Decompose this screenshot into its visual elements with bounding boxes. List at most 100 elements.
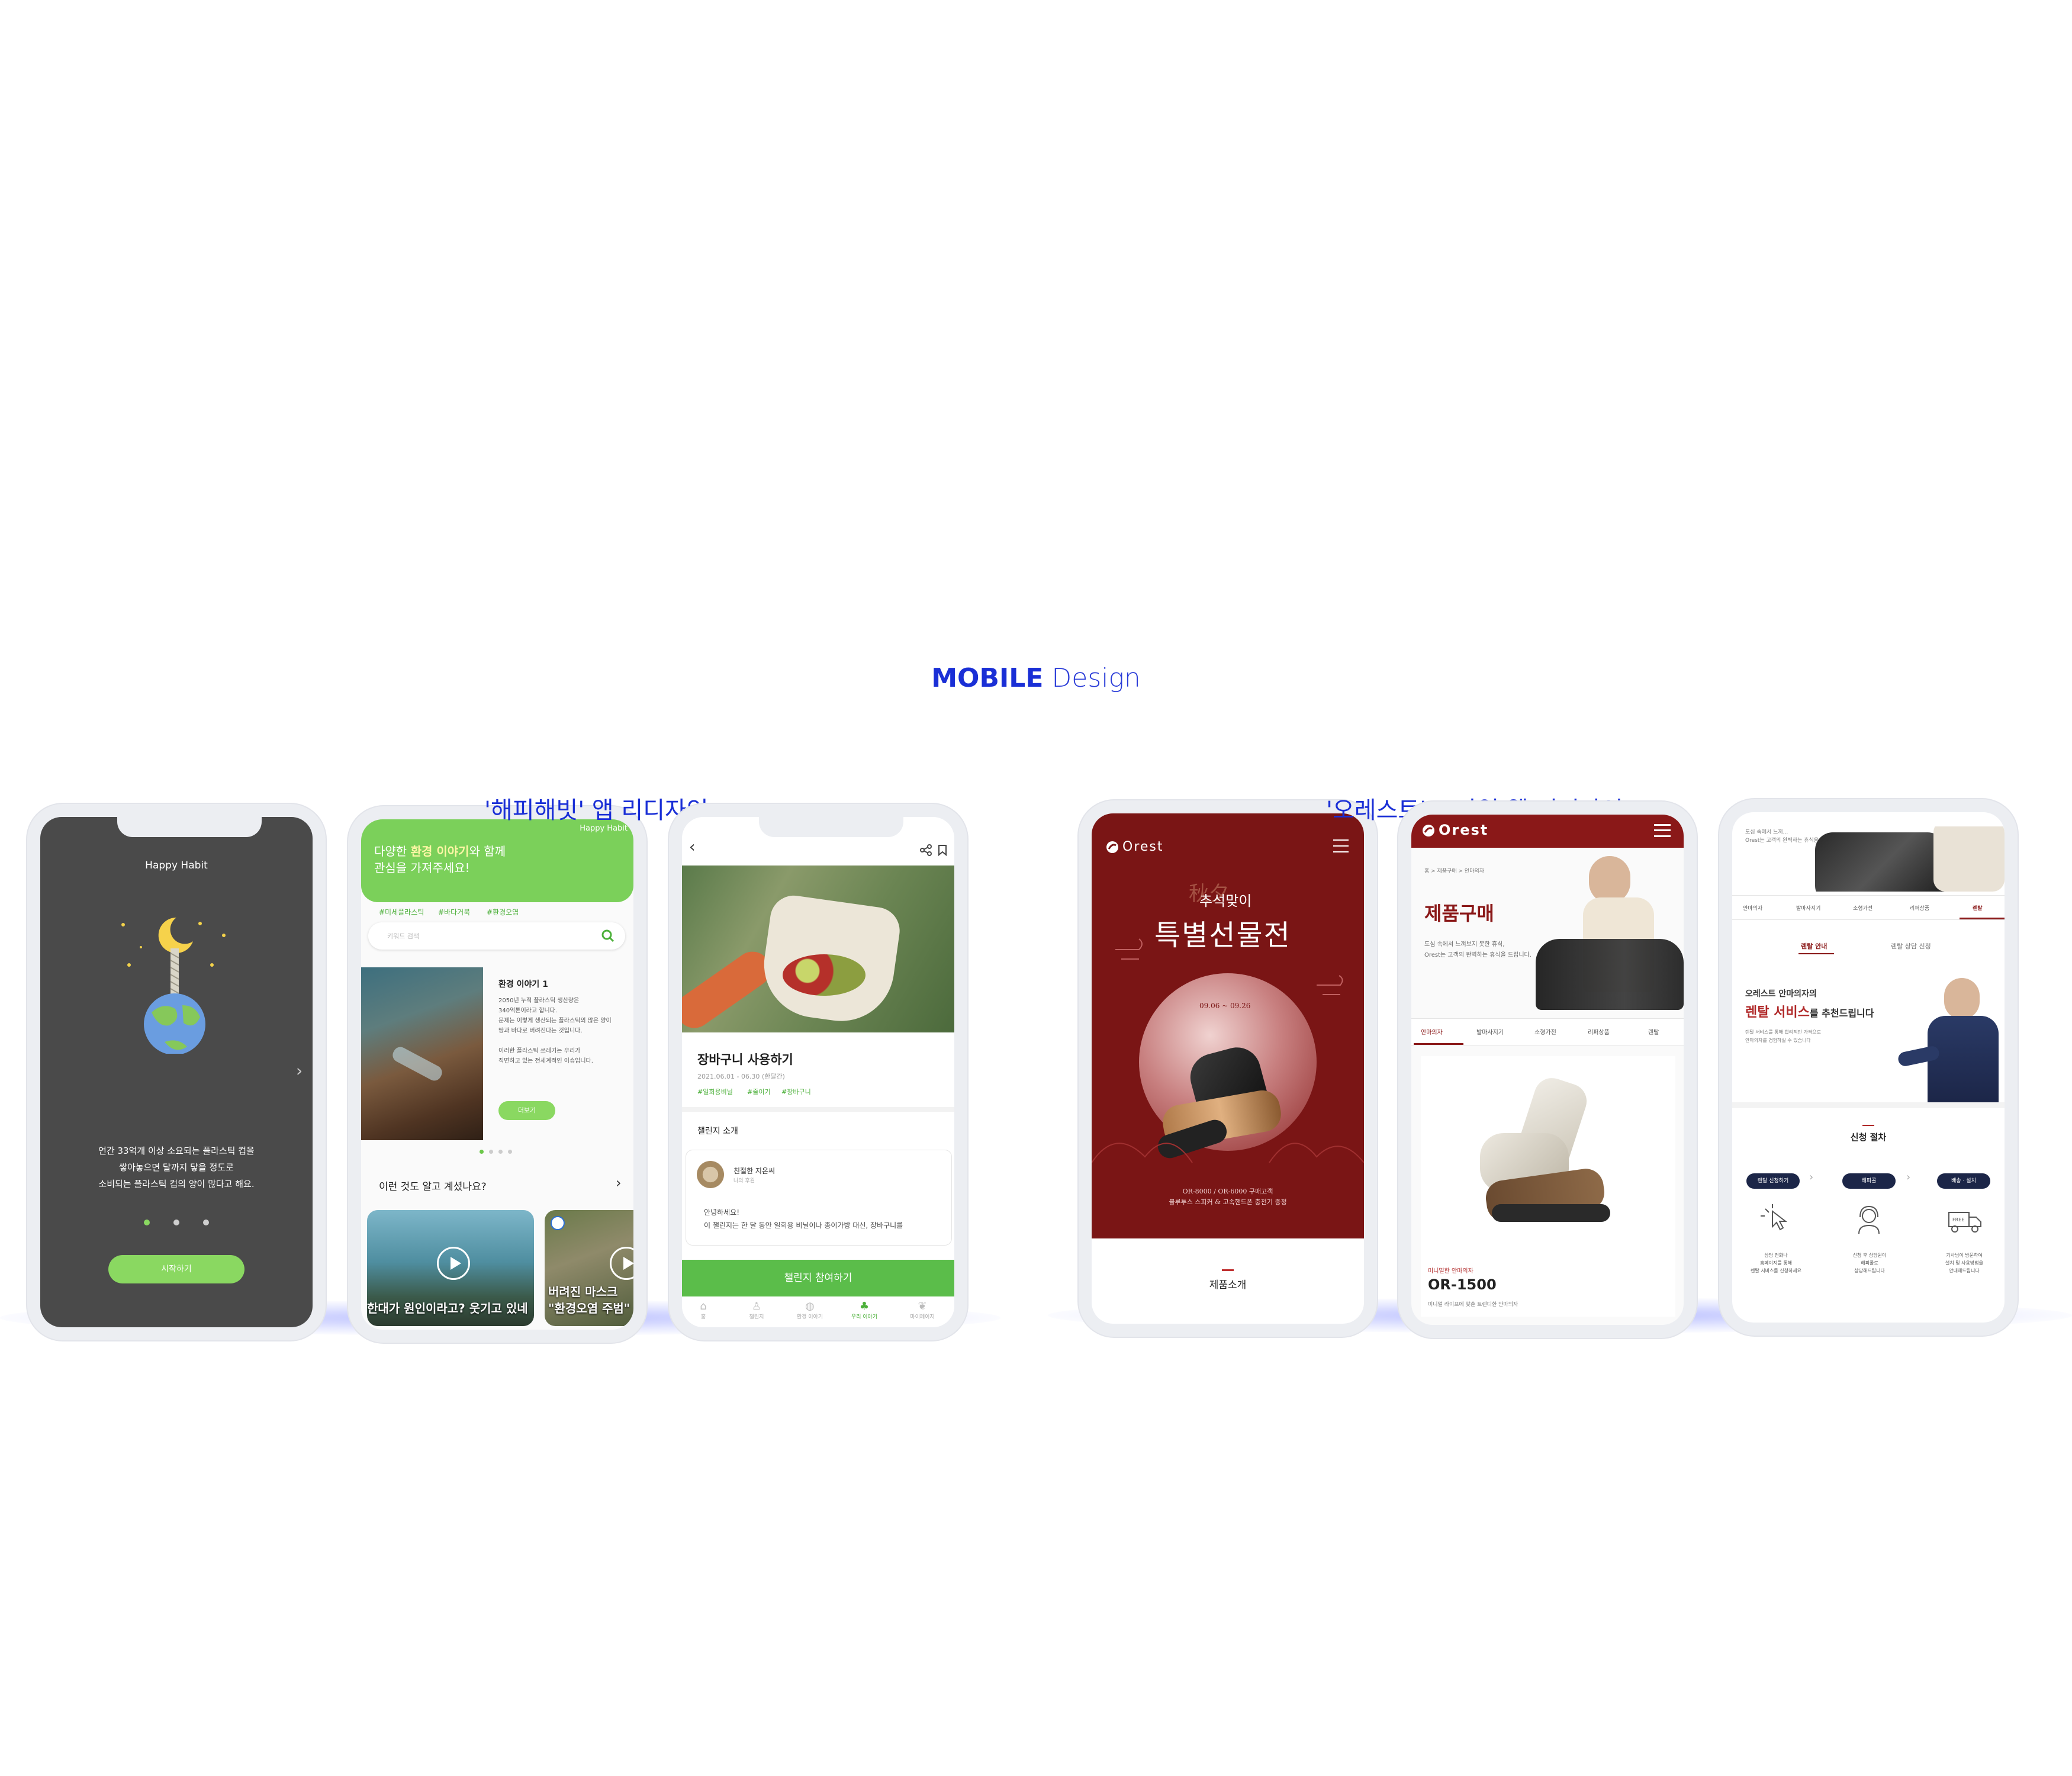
play-icon[interactable] (610, 1247, 633, 1280)
step-desc-line: 설치 및 사용방법을 (1945, 1260, 1983, 1266)
page-dot (173, 1220, 179, 1225)
page-dot (203, 1220, 209, 1225)
product-image (1468, 1073, 1622, 1234)
share-icon[interactable] (920, 844, 932, 856)
tab-community[interactable]: ♣ 우리 이야기 (847, 1300, 882, 1320)
hero-footer-line1: OR-8000 / OR-6000 구매고객 (1182, 1188, 1273, 1195)
category-tab[interactable]: 소형가전 (1853, 904, 1872, 912)
more-button[interactable]: 더보기 (498, 1101, 555, 1120)
category-tab[interactable]: 발마사지기 (1476, 1027, 1504, 1036)
header-line1: 다양한 환경 이야기와 함께 (374, 842, 506, 859)
product-name: OR-1500 (1428, 1276, 1497, 1293)
category-tab[interactable]: 렌탈 (1973, 904, 1983, 912)
phone-happy-habit-intro: Happy Habit › 연간 33억개 이상 소요되는 플라스틱 컵을 쌓아… (27, 804, 326, 1340)
tab-label: 환경 이야기 (796, 1314, 823, 1320)
heading-light: Design (1051, 663, 1141, 693)
tab-mypage[interactable]: ❦ 마이페이지 (905, 1300, 940, 1320)
cta-button[interactable]: 챌린지 참여하기 (682, 1260, 954, 1296)
section-label: 챌린지 소개 (697, 1127, 738, 1136)
dot-active (480, 1150, 484, 1154)
nav-indicator (1222, 1269, 1234, 1271)
tag-item[interactable]: #환경오염 (487, 907, 519, 917)
category-tab[interactable]: 안마의자 (1743, 904, 1762, 912)
product-tag: 미니멀한 안마의자 (1428, 1268, 1473, 1275)
tab-challenge[interactable]: ♙ 챌린지 (739, 1300, 774, 1320)
intro-line: 연간 33억개 이상 소요되는 플라스틱 컵을 (98, 1146, 255, 1156)
bookmark-icon[interactable] (938, 844, 947, 856)
category-tab[interactable]: 안마의자 (1421, 1027, 1443, 1036)
sub-title: 추석맞이 (1199, 893, 1252, 909)
author-name: 친절한 지온씨 (733, 1167, 776, 1175)
step-desc-line: 렌탈 서비스를 신청하세요 (1750, 1268, 1802, 1273)
section-chevron-icon[interactable]: › (616, 1175, 622, 1191)
step-desc: 신청 후 상담원이 해피콜로 상담해드립니다 (1834, 1251, 1905, 1275)
procedure-marker (1862, 1125, 1874, 1126)
dot (508, 1150, 512, 1154)
brand-logo[interactable]: Orest (1122, 839, 1164, 854)
promo-line2: 렌탈 서비스를 추천드립니다 (1745, 1002, 1874, 1021)
tab-label: 챌린지 (749, 1314, 764, 1320)
category-tab[interactable]: 렌탈 (1648, 1027, 1659, 1036)
nav-label[interactable]: 제품소개 (1092, 1276, 1364, 1291)
globe-icon: ◍ (805, 1300, 815, 1312)
page-desc: 도심 속에서 느껴보지 못한 휴식, (1424, 941, 1505, 948)
category-tabs: 안마의자 발마사지기 소형가전 리퍼상품 렌탈 (1732, 895, 2005, 920)
promo-suffix: 를 추천드립니다 (1809, 1008, 1874, 1019)
play-icon[interactable] (437, 1247, 470, 1280)
subtab-active[interactable]: 렌탈 안내 (1801, 941, 1827, 951)
challenge-tag[interactable]: #일회용비닐 (697, 1087, 733, 1096)
header-line2: 관심을 가져주세요! (374, 861, 470, 875)
bottom-tab-bar: ⌂ 홈 ♙ 챌린지 ◍ 환경 이야기 ♣ 우리 이야기 ❦ 마이페이지 (682, 1296, 954, 1327)
category-tab[interactable]: 발마사지기 (1796, 904, 1820, 912)
phone-screen: ‹ 장바구니 사용하기 2021.06.01 - 06.30 (한달간) #일회… (682, 817, 954, 1327)
tree-icon: ♣ (859, 1300, 870, 1312)
hamburger-menu-icon[interactable] (1654, 824, 1671, 837)
promo-highlight: 렌탈 서비스 (1745, 1005, 1810, 1020)
story-text-line: 340억톤이라고 합니다. (498, 1008, 558, 1014)
tab-stories[interactable]: ◍ 환경 이야기 (792, 1300, 828, 1320)
brand-logo[interactable]: Orest (1439, 822, 1488, 838)
hamburger-menu-icon[interactable] (1333, 839, 1349, 852)
category-tab[interactable]: 리퍼상품 (1588, 1027, 1610, 1036)
tab-label: 홈 (700, 1314, 706, 1320)
category-tab[interactable]: 리퍼상품 (1910, 904, 1929, 912)
video-card-2[interactable]: 버려진 마스크 "환경오염 주범" (545, 1210, 633, 1326)
story-text-line: 땅과 바다로 버려진다는 것입니다. (498, 1028, 583, 1034)
author-sub: 나의 후원 (733, 1178, 755, 1184)
phone-happy-habit-stories: Happy Habit 다양한 환경 이야기와 함께 관심을 가져주세요! #미… (348, 806, 646, 1343)
product-card[interactable]: 미니멀한 안마의자 OR-1500 미니멀 라이프에 맞춘 트렌디한 안마의자 (1421, 1056, 1675, 1317)
tag-item[interactable]: #미세플라스틱 (379, 907, 424, 917)
hero-footer-line2: 블루투스 스피커 & 고속핸드폰 충전기 증정 (1169, 1198, 1287, 1206)
step-desc: 기사님이 방문하여 설치 및 사용방법을 안내해드립니다 (1929, 1251, 2000, 1275)
heading-bold: MOBILE (931, 663, 1044, 693)
author-card: 친절한 지온씨 나의 후원 안녕하세요! 이 챌린지는 한 달 동안 일회용 비… (686, 1150, 952, 1246)
tab-label: 마이페이지 (910, 1314, 935, 1320)
category-tab[interactable]: 소형가전 (1534, 1027, 1556, 1036)
brand-label: Happy Habit (580, 824, 628, 833)
search-placeholder: 키워드 검색 (387, 932, 420, 940)
tag-item[interactable]: #바다거북 (438, 907, 470, 917)
app-title: Happy Habit (145, 860, 208, 871)
tab-home[interactable]: ⌂ 홈 (686, 1300, 721, 1320)
next-chevron-icon[interactable]: › (296, 1061, 303, 1080)
story-title: 환경 이야기 1 (498, 980, 548, 989)
video-caption: 한대가 원인이라고? 웃기고 있네 (367, 1301, 528, 1315)
active-tab-underline (1414, 1043, 1463, 1045)
start-button[interactable]: 시작하기 (108, 1255, 244, 1283)
video-caption: 버려진 마스크 (548, 1285, 618, 1299)
step-badge: 렌탈 신청하기 (1746, 1173, 1800, 1189)
search-icon[interactable] (601, 929, 614, 942)
challenge-tag[interactable]: #장바구니 (781, 1087, 811, 1096)
search-input[interactable]: 키워드 검색 (368, 922, 625, 950)
intro-line: 쌓아놓으면 달까지 닿을 정도로 (119, 1162, 234, 1173)
story-image[interactable] (361, 967, 483, 1140)
top-text: 도심 속에서 느끼... (1745, 829, 1788, 835)
dot (489, 1150, 493, 1154)
video-card-1[interactable]: 한대가 원인이라고? 웃기고 있네 (367, 1210, 534, 1326)
active-tab-underline (1960, 918, 2005, 919)
challenge-tag[interactable]: #줄이기 (747, 1087, 771, 1096)
subtab[interactable]: 렌탈 상담 신청 (1891, 941, 1931, 951)
back-arrow-icon[interactable]: ‹ (689, 838, 695, 856)
orest-logo-icon (1106, 841, 1118, 853)
step-desc-line: 상담 전화나 (1764, 1253, 1788, 1258)
